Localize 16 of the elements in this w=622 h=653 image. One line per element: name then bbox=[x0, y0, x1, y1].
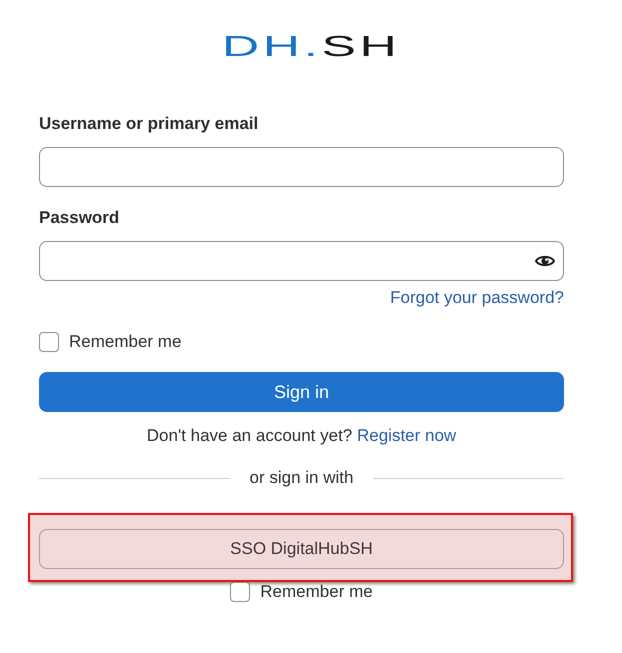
sign-in-button[interactable]: Sign in bbox=[39, 372, 564, 412]
register-prompt: Don't have an account yet? Register now bbox=[146, 425, 456, 447]
field-label: Username or primary email bbox=[39, 113, 258, 135]
field-label: Password bbox=[39, 207, 120, 229]
forgot-password-link[interactable]: Forgot your password? bbox=[390, 286, 564, 310]
checkbox-label: Remember me bbox=[69, 332, 182, 352]
sso-button[interactable]: SSO DigitalHubSH bbox=[39, 529, 564, 569]
checkbox-label: Remember me bbox=[260, 582, 373, 602]
divider-label: or sign in with bbox=[250, 467, 354, 489]
logo: DH.SH bbox=[222, 33, 401, 62]
eye-icon[interactable] bbox=[535, 254, 555, 268]
input-field[interactable] bbox=[39, 147, 564, 187]
register-link[interactable]: Register now bbox=[357, 426, 456, 445]
password-field[interactable] bbox=[39, 241, 564, 281]
checkbox[interactable] bbox=[230, 582, 250, 602]
checkbox[interactable] bbox=[39, 332, 59, 352]
